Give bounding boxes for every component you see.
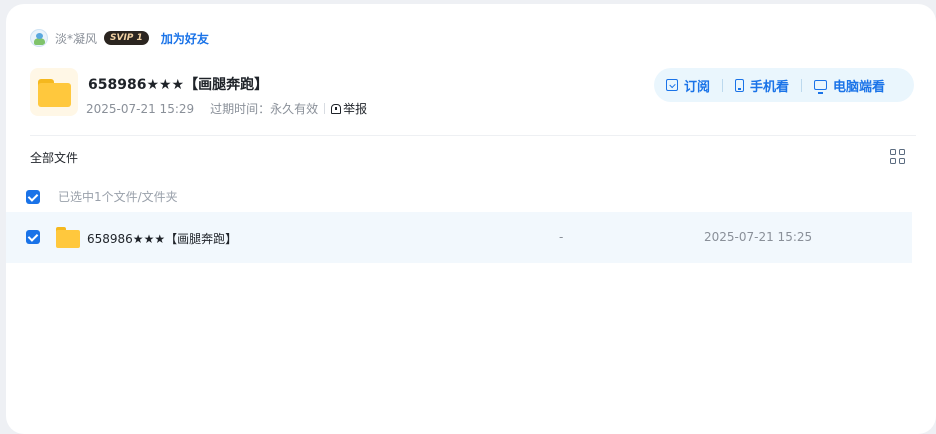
select-all-checkbox[interactable] [26, 189, 40, 204]
subscribe-label: 订阅 [684, 79, 711, 95]
select-all-row: 已选中1个文件/文件夹 [26, 188, 178, 205]
share-created-time: 2025-07-21 15:29 [86, 101, 195, 116]
pc-view-label: 电脑端看 [833, 79, 886, 95]
owner-row: 淡*凝风 SVIP 1 加为好友 [30, 28, 209, 48]
selection-count: 已选中1个文件/文件夹 [58, 190, 178, 204]
view-actions: 订阅 手机看 电脑端看 [654, 68, 914, 102]
folder-icon [30, 68, 78, 116]
action-divider [722, 78, 724, 92]
report-link[interactable]: 举报 [331, 100, 367, 117]
expiry-label: 过期时间： [210, 102, 271, 116]
share-meta: 2025-07-21 15:29 过期时间： 永久有效 举报 [86, 100, 367, 117]
add-friend-link[interactable]: 加为好友 [161, 30, 209, 47]
pc-view-button[interactable]: 电脑端看 [814, 76, 885, 95]
owner-name[interactable]: 淡*凝风 [55, 30, 97, 47]
subscribe-button[interactable]: 订阅 [666, 76, 710, 95]
meta-divider [324, 103, 326, 114]
share-card: 淡*凝风 SVIP 1 加为好友 658986★★★【画腿奔跑】 2025-07… [6, 4, 936, 434]
all-files-breadcrumb[interactable]: 全部文件 [30, 149, 78, 166]
subscribe-icon [666, 79, 678, 91]
monitor-icon [814, 80, 828, 94]
action-divider [801, 78, 803, 92]
file-checkbox[interactable] [26, 230, 40, 244]
section-divider [30, 135, 916, 136]
share-title: 658986★★★【画腿奔跑】 [88, 77, 269, 93]
file-size: - [559, 230, 564, 244]
report-label: 举报 [343, 102, 368, 116]
phone-icon [735, 78, 745, 92]
folder-icon [56, 227, 80, 249]
mobile-view-label: 手机看 [750, 79, 790, 95]
mobile-view-button[interactable]: 手机看 [735, 76, 789, 95]
file-name[interactable]: 658986★★★【画腿奔跑】 [87, 230, 237, 247]
report-icon [331, 103, 342, 114]
file-modified-time: 2025-07-21 15:25 [704, 230, 813, 244]
file-row[interactable]: 658986★★★【画腿奔跑】 - 2025-07-21 15:25 [6, 212, 912, 263]
avatar[interactable] [30, 29, 48, 47]
vip-badge: SVIP 1 [104, 31, 149, 45]
expiry-value: 永久有效 [270, 102, 319, 116]
grid-view-icon[interactable] [890, 149, 906, 165]
